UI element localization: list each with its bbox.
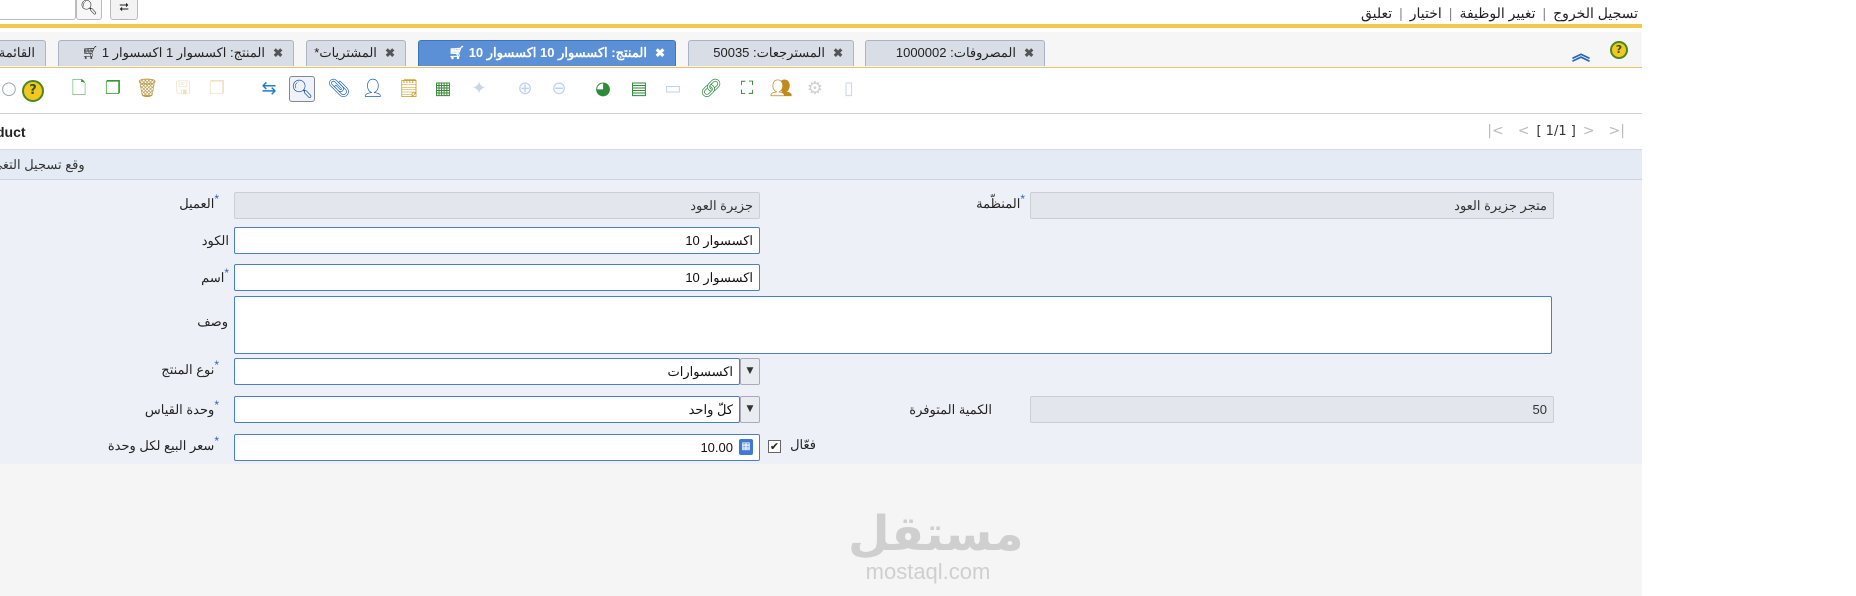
change-role-link[interactable]: تغيير الوظيفة [1459, 5, 1535, 21]
window-title: duct [0, 124, 26, 140]
tab-product-10[interactable]: ✖ المنتج: اكسسوار 10 اكسسوار 10 🛒︎ [418, 40, 676, 66]
tab-label: المنتج: اكسسوار 1 اكسسوار 1 [101, 45, 265, 60]
watermark-latin: mostaql.com [865, 559, 991, 584]
logout-link[interactable]: تسجيل الخروج [1553, 5, 1638, 21]
product-type-field[interactable]: اكسسوارات [234, 358, 740, 385]
postit-icon[interactable]: 🗒︎ [396, 76, 422, 102]
active-workflows-icon[interactable]: ⛶ [734, 76, 760, 102]
qty-available-label: الكمية المتوفرة [909, 402, 992, 417]
user-menu: تسجيل الخروج|تغيير الوظيفة|اختيار|تعليق [1360, 5, 1638, 21]
tab-label: المصروفات: 1000002 [895, 45, 1016, 60]
ignore-icon[interactable]: ○ [0, 76, 22, 102]
empty-detail-area [0, 464, 1642, 596]
name-label: *اسم [201, 266, 229, 285]
process-icon[interactable]: ⚙ [802, 76, 828, 102]
find-icon[interactable]: 🔍︎ [289, 76, 315, 102]
price-label: *سعر البيع لكل وحدة [107, 434, 219, 453]
copy-record-icon[interactable]: ❐ [100, 76, 126, 102]
org-field[interactable]: متجر جزيرة العود [1030, 192, 1554, 219]
change-log-link[interactable]: وقع تسجيل التغي [0, 157, 85, 173]
search-input[interactable] [0, 0, 76, 20]
delete-icon[interactable]: 🗑︎ [134, 76, 160, 102]
save-icon[interactable]: 🖫︎ [170, 76, 196, 102]
help-icon[interactable]: ? [1610, 41, 1628, 59]
description-field[interactable] [234, 296, 1552, 354]
new-record-icon[interactable]: 🗋︎ [66, 76, 92, 102]
window-header: duct |< < [ 1/1 ] > >| [0, 114, 1642, 150]
tab-purchases[interactable]: ✖ المشتريات* [306, 40, 406, 66]
wizard-icon[interactable]: ✦ [466, 76, 492, 102]
watermark-arabic: مستقل [848, 506, 1024, 562]
cart-icon: 🛒︎ [81, 45, 99, 60]
last-record-icon[interactable]: >| [1609, 123, 1625, 139]
top-bar: 🔍︎ ⮂ تسجيل الخروج|تغيير الوظيفة|اختيار|ت… [0, 0, 1642, 28]
app-window: 🔍︎ ⮂ تسجيل الخروج|تغيير الوظيفة|اختيار|ت… [0, 0, 1642, 596]
watermark-logo: مستقل mostaql.com [848, 506, 1024, 584]
collapse-icon[interactable]: ︽ [1572, 40, 1590, 66]
chevron-down-icon[interactable]: ▼ [740, 396, 760, 423]
search-icon[interactable]: 🔍︎ [76, 0, 102, 20]
attachment-icon[interactable]: 📎︎ [326, 76, 352, 102]
tab-label: المنتج: اكسسوار 10 اكسسوار 10 [468, 45, 647, 60]
tab-menu[interactable]: القائمة [0, 40, 46, 66]
next-record-icon[interactable]: > [1583, 123, 1595, 139]
description-label: وصف [197, 314, 228, 329]
product-info-icon[interactable]: ▯ [836, 76, 862, 102]
code-label: الكود [201, 233, 229, 248]
client-field[interactable]: جزيرة العود [234, 192, 760, 219]
uom-label: *وحدة القياس [144, 398, 219, 417]
zoom-across-icon[interactable]: 🔗︎ [698, 76, 724, 102]
refresh-icon[interactable]: ⇆ [256, 76, 282, 102]
status-row: وقع تسجيل التغي [0, 150, 1642, 180]
chat-icon[interactable]: 👤︎ [360, 76, 386, 102]
detail-record-icon[interactable]: ⊖ [546, 76, 572, 102]
previous-record-icon[interactable]: < [1518, 123, 1530, 139]
record-form: *العميل جزيرة العود *المنظّمة متجر جزيرة… [0, 180, 1642, 464]
tab-label: المسترجعات: 50035 [713, 45, 825, 60]
tab-expenses[interactable]: ✖ المصروفات: 1000002 [865, 40, 1045, 66]
chevron-down-icon[interactable]: ▼ [740, 358, 760, 385]
org-label: *المنظّمة [976, 192, 1025, 211]
product-type-label: *نوع المنتج [161, 358, 219, 377]
select-link[interactable]: اختيار [1410, 5, 1442, 21]
print-icon[interactable]: ▭ [660, 76, 686, 102]
code-field[interactable]: اكسسوار 10 [234, 227, 760, 254]
active-label: فعّال [790, 437, 816, 452]
sitemap-icon[interactable]: ⮂ [110, 0, 138, 20]
tab-label: المشتريات* [314, 45, 377, 60]
close-icon[interactable]: ✖ [1024, 46, 1034, 60]
tab-bar: ✖ المصروفات: 1000002 ✖ المسترجعات: 50035 ✖… [0, 32, 1642, 68]
close-icon[interactable]: ✖ [655, 46, 665, 60]
first-record-icon[interactable]: |< [1487, 123, 1503, 139]
save-new-icon[interactable]: ❐ [204, 76, 230, 102]
tab-product-1[interactable]: ✖ المنتج: اكسسوار 1 اكسسوار 1 🛒︎ [58, 40, 294, 66]
uom-field[interactable]: كلّ واحد [234, 396, 740, 423]
toolbar: ○ ? 🗋︎ ❐ 🗑︎ 🖫︎ ❐ ⇆ 🔍︎ 📎︎ 👤︎ 🗒︎ ▦ ✦ ⊕ ⊖ ◕… [0, 68, 1642, 114]
name-field[interactable]: اكسسوار 10 [234, 264, 760, 291]
feedback-link[interactable]: تعليق [1361, 5, 1392, 21]
help-icon[interactable]: ? [20, 76, 46, 102]
calculator-icon[interactable]: ▦ [739, 439, 753, 455]
report-icon[interactable]: ◕ [590, 76, 616, 102]
page-margin [1642, 0, 1856, 596]
active-checkbox[interactable]: ✔ [768, 440, 781, 453]
cart-icon: 🛒︎ [448, 45, 466, 60]
close-icon[interactable]: ✖ [833, 46, 843, 60]
grid-toggle-icon[interactable]: ▦ [430, 76, 456, 102]
record-counter: [ 1/1 ] [1536, 124, 1576, 139]
client-label: *العميل [179, 192, 219, 211]
tab-returns[interactable]: ✖ المسترجعات: 50035 [688, 40, 854, 66]
parent-record-icon[interactable]: ⊕ [512, 76, 538, 102]
price-field[interactable]: 10.00 [234, 434, 760, 461]
tab-label: القائمة [0, 45, 35, 60]
record-pager: |< < [ 1/1 ] > >| [1480, 123, 1632, 139]
qty-available-field[interactable]: 50 [1030, 396, 1554, 423]
close-icon[interactable]: ✖ [385, 46, 395, 60]
requests-icon[interactable]: 👥︎ [768, 76, 794, 102]
close-icon[interactable]: ✖ [273, 46, 283, 60]
archive-icon[interactable]: ▤ [626, 76, 652, 102]
